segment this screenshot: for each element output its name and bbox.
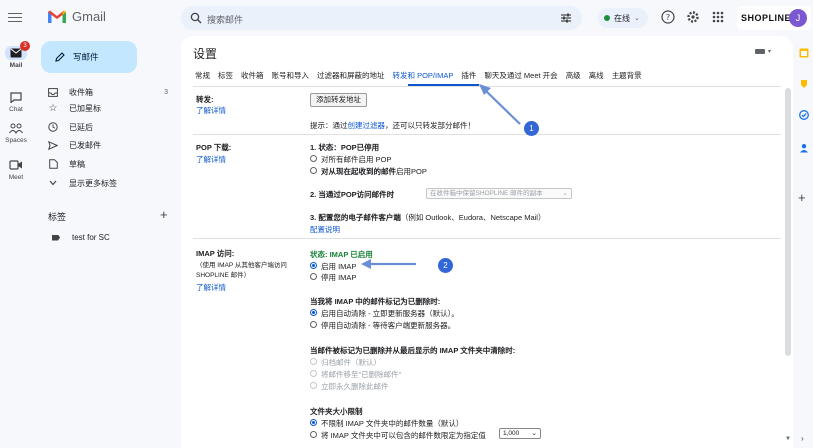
annotation-step-2: 2 [438, 258, 453, 273]
contacts-icon[interactable] [799, 143, 809, 153]
nav-label-sent: 已发邮件 [69, 140, 101, 150]
nav-label-more: 显示更多标签 [69, 178, 117, 188]
annotation-arrows [361, 84, 521, 269]
nav-label-starred: 已加星标 [69, 103, 101, 113]
scroll-down-arrow-icon[interactable]: ▼ [785, 436, 791, 442]
nav-item-inbox[interactable]: 收件箱 3 [48, 85, 178, 99]
pencil-icon [55, 52, 65, 62]
rail-item-spaces[interactable]: Spaces [0, 123, 32, 144]
main-menu-icon[interactable] [8, 10, 22, 24]
inbox-icon [48, 87, 58, 97]
search-icon[interactable] [190, 12, 202, 24]
nav-item-more-labels[interactable]: 显示更多标签 [48, 176, 178, 190]
online-status-dot [604, 15, 610, 21]
status-selector[interactable]: 在线 ⌄ [598, 8, 648, 28]
nav-label-inbox: 收件箱 [69, 87, 93, 97]
label-name: test for SC [72, 233, 110, 242]
rail-label-meet: Meet [8, 174, 24, 181]
gmail-wordmark: Gmail [72, 9, 106, 24]
spaces-icon [9, 123, 23, 134]
tasks-icon[interactable] [799, 110, 809, 120]
send-icon [48, 140, 58, 150]
top-bar: Gmail 搜索邮件 在线 ⌄ ? SHOPLINE J [0, 0, 813, 36]
nav-item-snoozed[interactable]: 已延后 [48, 120, 178, 134]
svg-text:?: ? [666, 13, 670, 22]
clock-icon [48, 122, 58, 132]
settings-gear-icon[interactable] [686, 10, 700, 24]
nav-item-drafts[interactable]: 草稿 [48, 157, 178, 171]
annotation-step-1: 1 [524, 121, 539, 136]
gmail-logo[interactable]: Gmail [47, 9, 106, 24]
meet-icon [9, 160, 22, 170]
rail-label-chat: Chat [9, 106, 23, 113]
rail-label-mail: Mail [9, 62, 23, 69]
keep-icon[interactable] [799, 79, 809, 89]
inbox-count: 3 [164, 88, 168, 96]
rail-item-meet[interactable]: Meet [0, 160, 32, 181]
rail-label-spaces: Spaces [5, 137, 27, 144]
compose-button[interactable]: 写邮件 [41, 41, 137, 73]
nav-item-sent[interactable]: 已发邮件 [48, 138, 178, 152]
search-input[interactable]: 搜索邮件 [207, 13, 243, 26]
calendar-icon[interactable] [799, 48, 809, 58]
status-label: 在线 [614, 13, 630, 23]
search-options-icon[interactable] [560, 12, 572, 24]
side-panel: + › [795, 36, 813, 448]
shopline-logo: SHOPLINE [741, 13, 792, 23]
nav-item-starred[interactable]: ☆ 已加星标 [48, 101, 178, 115]
help-icon[interactable]: ? [661, 10, 675, 24]
rail-item-chat[interactable]: Chat [0, 92, 32, 113]
unread-badge: 3 [20, 41, 30, 51]
gmail-m-icon [48, 10, 66, 23]
labels-heading: 标签 [48, 212, 67, 222]
scrollbar-thumb[interactable] [785, 88, 791, 356]
avatar[interactable]: J [789, 9, 807, 27]
chevron-down-icon [49, 180, 57, 186]
draft-icon [48, 159, 58, 169]
nav-label-snoozed: 已延后 [69, 122, 93, 132]
nav-label-drafts: 草稿 [69, 159, 85, 169]
compose-label: 写邮件 [73, 52, 99, 62]
apps-grid-icon[interactable] [711, 10, 725, 24]
add-addon-icon[interactable]: + [798, 190, 806, 205]
label-tag-icon [52, 234, 60, 241]
mail-icon [10, 48, 22, 58]
settings-panel: 设置 ▾ 常规 标签 收件箱 账号和导入 过滤器和屏蔽的地址 转发和 POP/I… [181, 36, 793, 448]
add-label-icon[interactable]: + [160, 207, 168, 222]
label-item-test-for-sc[interactable]: test for SC [52, 233, 110, 242]
star-icon: ☆ [48, 102, 58, 114]
search-bar[interactable]: 搜索邮件 [181, 6, 582, 30]
account-switcher[interactable]: SHOPLINE J [737, 6, 811, 30]
expand-panel-icon[interactable]: › [801, 434, 804, 443]
rail-item-mail[interactable]: 3 Mail [0, 41, 32, 69]
chat-icon [10, 92, 22, 103]
chevron-down-icon: ⌄ [634, 15, 640, 22]
